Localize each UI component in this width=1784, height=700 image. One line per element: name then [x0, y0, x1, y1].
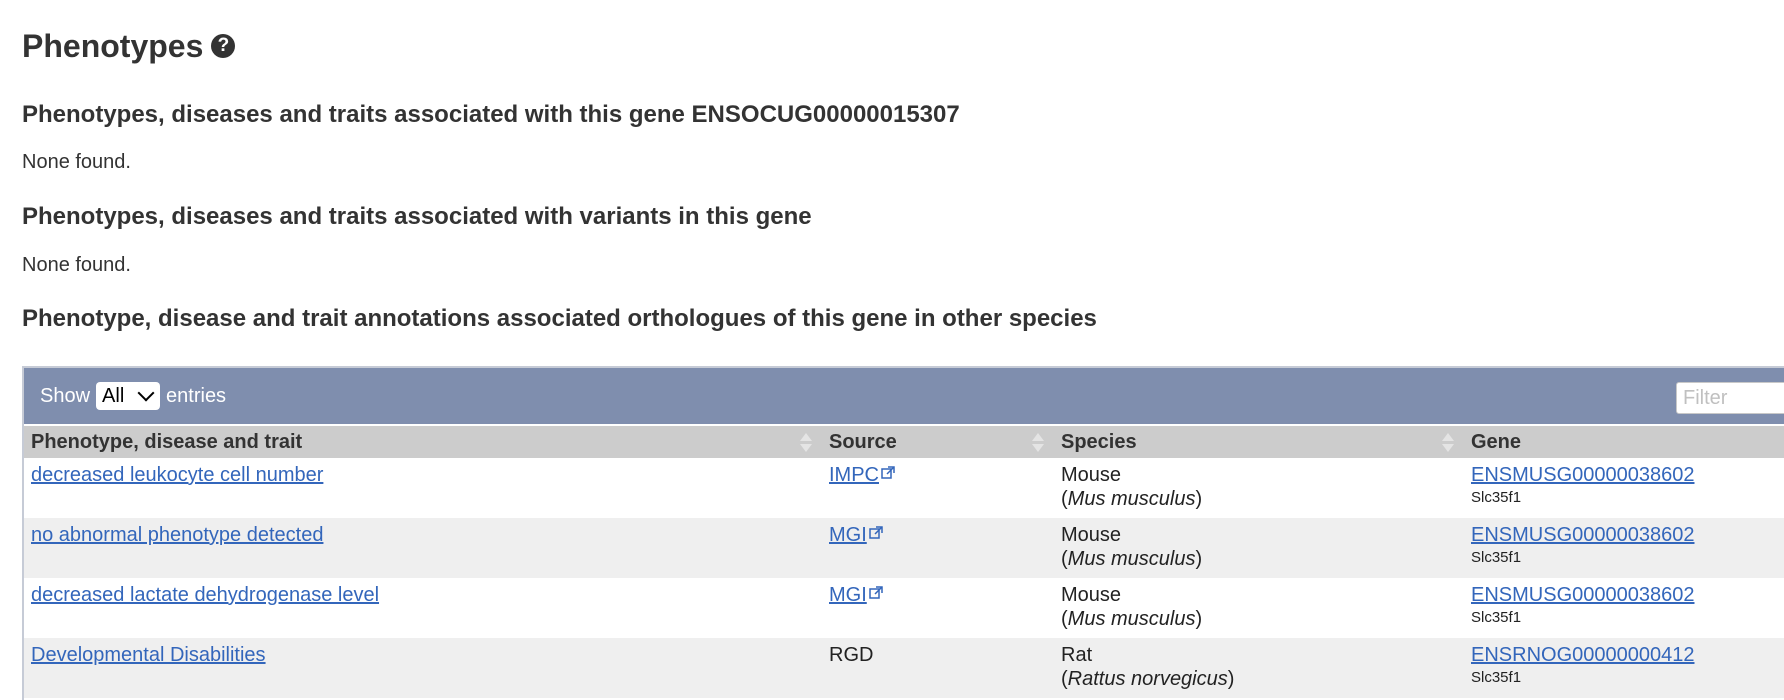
- gene-symbol: Slc35f1: [1471, 489, 1522, 506]
- species-common: Rat: [1061, 644, 1093, 666]
- column-header-phenotype-label: Phenotype, disease and trait: [31, 430, 303, 453]
- species-cell: Rat (Rattus norvegicus): [1054, 638, 1464, 698]
- species-close-paren: ): [1195, 548, 1203, 570]
- gene-link[interactable]: ENSMUSG00000038602: [1471, 524, 1694, 546]
- table-row: Developmental Disabilities RGD Rat (Ratt…: [24, 638, 1784, 698]
- species-scientific: Mus musculus: [1067, 608, 1196, 630]
- external-link-icon: [869, 586, 883, 599]
- gene-phenotypes-none: None found.: [22, 151, 131, 173]
- column-header-gene-label: Gene: [1471, 430, 1522, 453]
- source-link[interactable]: MGI: [829, 524, 867, 546]
- sort-icon[interactable]: [1032, 433, 1044, 453]
- phenotype-link[interactable]: Developmental Disabilities: [31, 644, 266, 666]
- species-common: Mouse: [1061, 584, 1122, 606]
- page: Phenotypes ? Phenotypes, diseases and tr…: [0, 0, 1784, 700]
- chevron-down-icon: [137, 384, 155, 402]
- orthologue-phenotype-table: Show All entries Phenotype, disease and …: [22, 366, 1784, 700]
- page-title-text: Phenotypes: [22, 28, 204, 64]
- gene-link[interactable]: ENSMUSG00000038602: [1471, 584, 1694, 606]
- gene-cell: ENSMUSG00000038602 Slc35f1: [1464, 578, 1784, 638]
- column-header-gene[interactable]: Gene: [1464, 424, 1784, 458]
- external-link-icon: [869, 526, 883, 539]
- species-cell: Mouse (Mus musculus): [1054, 518, 1464, 578]
- phenotype-table: Phenotype, disease and trait Source Spec…: [24, 424, 1784, 698]
- source-cell: IMPC: [822, 458, 1054, 518]
- gene-symbol: Slc35f1: [1471, 549, 1522, 566]
- species-scientific: Mus musculus: [1067, 488, 1196, 510]
- column-header-species-label: Species: [1061, 430, 1137, 453]
- phenotype-link[interactable]: no abnormal phenotype detected: [31, 524, 323, 546]
- filter-input[interactable]: [1676, 382, 1784, 414]
- species-cell: Mouse (Mus musculus): [1054, 578, 1464, 638]
- phenotype-link[interactable]: decreased lactate dehydrogenase level: [31, 584, 379, 606]
- source-cell: MGI: [822, 578, 1054, 638]
- gene-symbol: Slc35f1: [1471, 609, 1522, 626]
- gene-phenotypes-heading: Phenotypes, diseases and traits associat…: [22, 101, 960, 128]
- column-header-phenotype[interactable]: Phenotype, disease and trait: [24, 424, 822, 458]
- species-close-paren: ): [1195, 608, 1203, 630]
- gene-symbol: Slc35f1: [1471, 669, 1522, 686]
- species-scientific: Rattus norvegicus: [1067, 668, 1228, 690]
- phenotype-cell: Developmental Disabilities: [24, 638, 822, 698]
- species-open-paren: (: [1061, 548, 1068, 570]
- external-link-icon: [881, 466, 895, 479]
- variant-phenotypes-none: None found.: [22, 254, 131, 276]
- source-cell: RGD: [822, 638, 1054, 698]
- source-link[interactable]: IMPC: [829, 464, 879, 486]
- source-text: RGD: [829, 644, 874, 666]
- phenotype-link[interactable]: decreased leukocyte cell number: [31, 464, 323, 486]
- gene-cell: ENSRNOG00000000412 Slc35f1: [1464, 638, 1784, 698]
- table-row: decreased lactate dehydrogenase level MG…: [24, 578, 1784, 638]
- species-common: Mouse: [1061, 524, 1122, 546]
- page-title: Phenotypes ?: [22, 26, 236, 66]
- species-cell: Mouse (Mus musculus): [1054, 458, 1464, 518]
- source-cell: MGI: [822, 518, 1054, 578]
- gene-link[interactable]: ENSMUSG00000038602: [1471, 464, 1694, 486]
- variant-phenotypes-heading: Phenotypes, diseases and traits associat…: [22, 203, 812, 230]
- table-row: decreased leukocyte cell number IMPC Mou…: [24, 458, 1784, 518]
- species-open-paren: (: [1061, 488, 1068, 510]
- show-label: Show: [40, 384, 91, 407]
- column-header-species[interactable]: Species: [1054, 424, 1464, 458]
- gene-cell: ENSMUSG00000038602 Slc35f1: [1464, 518, 1784, 578]
- species-open-paren: (: [1061, 608, 1068, 630]
- column-header-source[interactable]: Source: [822, 424, 1054, 458]
- species-common: Mouse: [1061, 464, 1122, 486]
- table-row: no abnormal phenotype detected MGI Mouse…: [24, 518, 1784, 578]
- gene-cell: ENSMUSG00000038602 Slc35f1: [1464, 458, 1784, 518]
- species-scientific: Mus musculus: [1067, 548, 1196, 570]
- entries-label: entries: [166, 384, 227, 407]
- gene-link[interactable]: ENSRNOG00000000412: [1471, 644, 1694, 666]
- orthologue-phenotypes-heading: Phenotype, disease and trait annotations…: [22, 305, 1097, 332]
- source-link[interactable]: MGI: [829, 584, 867, 606]
- entries-select-value: All: [102, 384, 125, 407]
- table-header-row: Phenotype, disease and trait Source Spec…: [24, 424, 1784, 458]
- species-open-paren: (: [1061, 668, 1068, 690]
- help-icon[interactable]: ?: [211, 34, 236, 58]
- entries-select[interactable]: All: [96, 382, 161, 410]
- phenotype-cell: no abnormal phenotype detected: [24, 518, 822, 578]
- sort-icon[interactable]: [800, 433, 812, 453]
- table-toolbar: Show All entries: [24, 368, 1784, 424]
- sort-icon[interactable]: [1442, 433, 1454, 453]
- species-close-paren: ): [1195, 488, 1203, 510]
- phenotype-cell: decreased lactate dehydrogenase level: [24, 578, 822, 638]
- column-header-source-label: Source: [829, 430, 897, 453]
- phenotype-cell: decreased leukocyte cell number: [24, 458, 822, 518]
- species-close-paren: ): [1227, 668, 1235, 690]
